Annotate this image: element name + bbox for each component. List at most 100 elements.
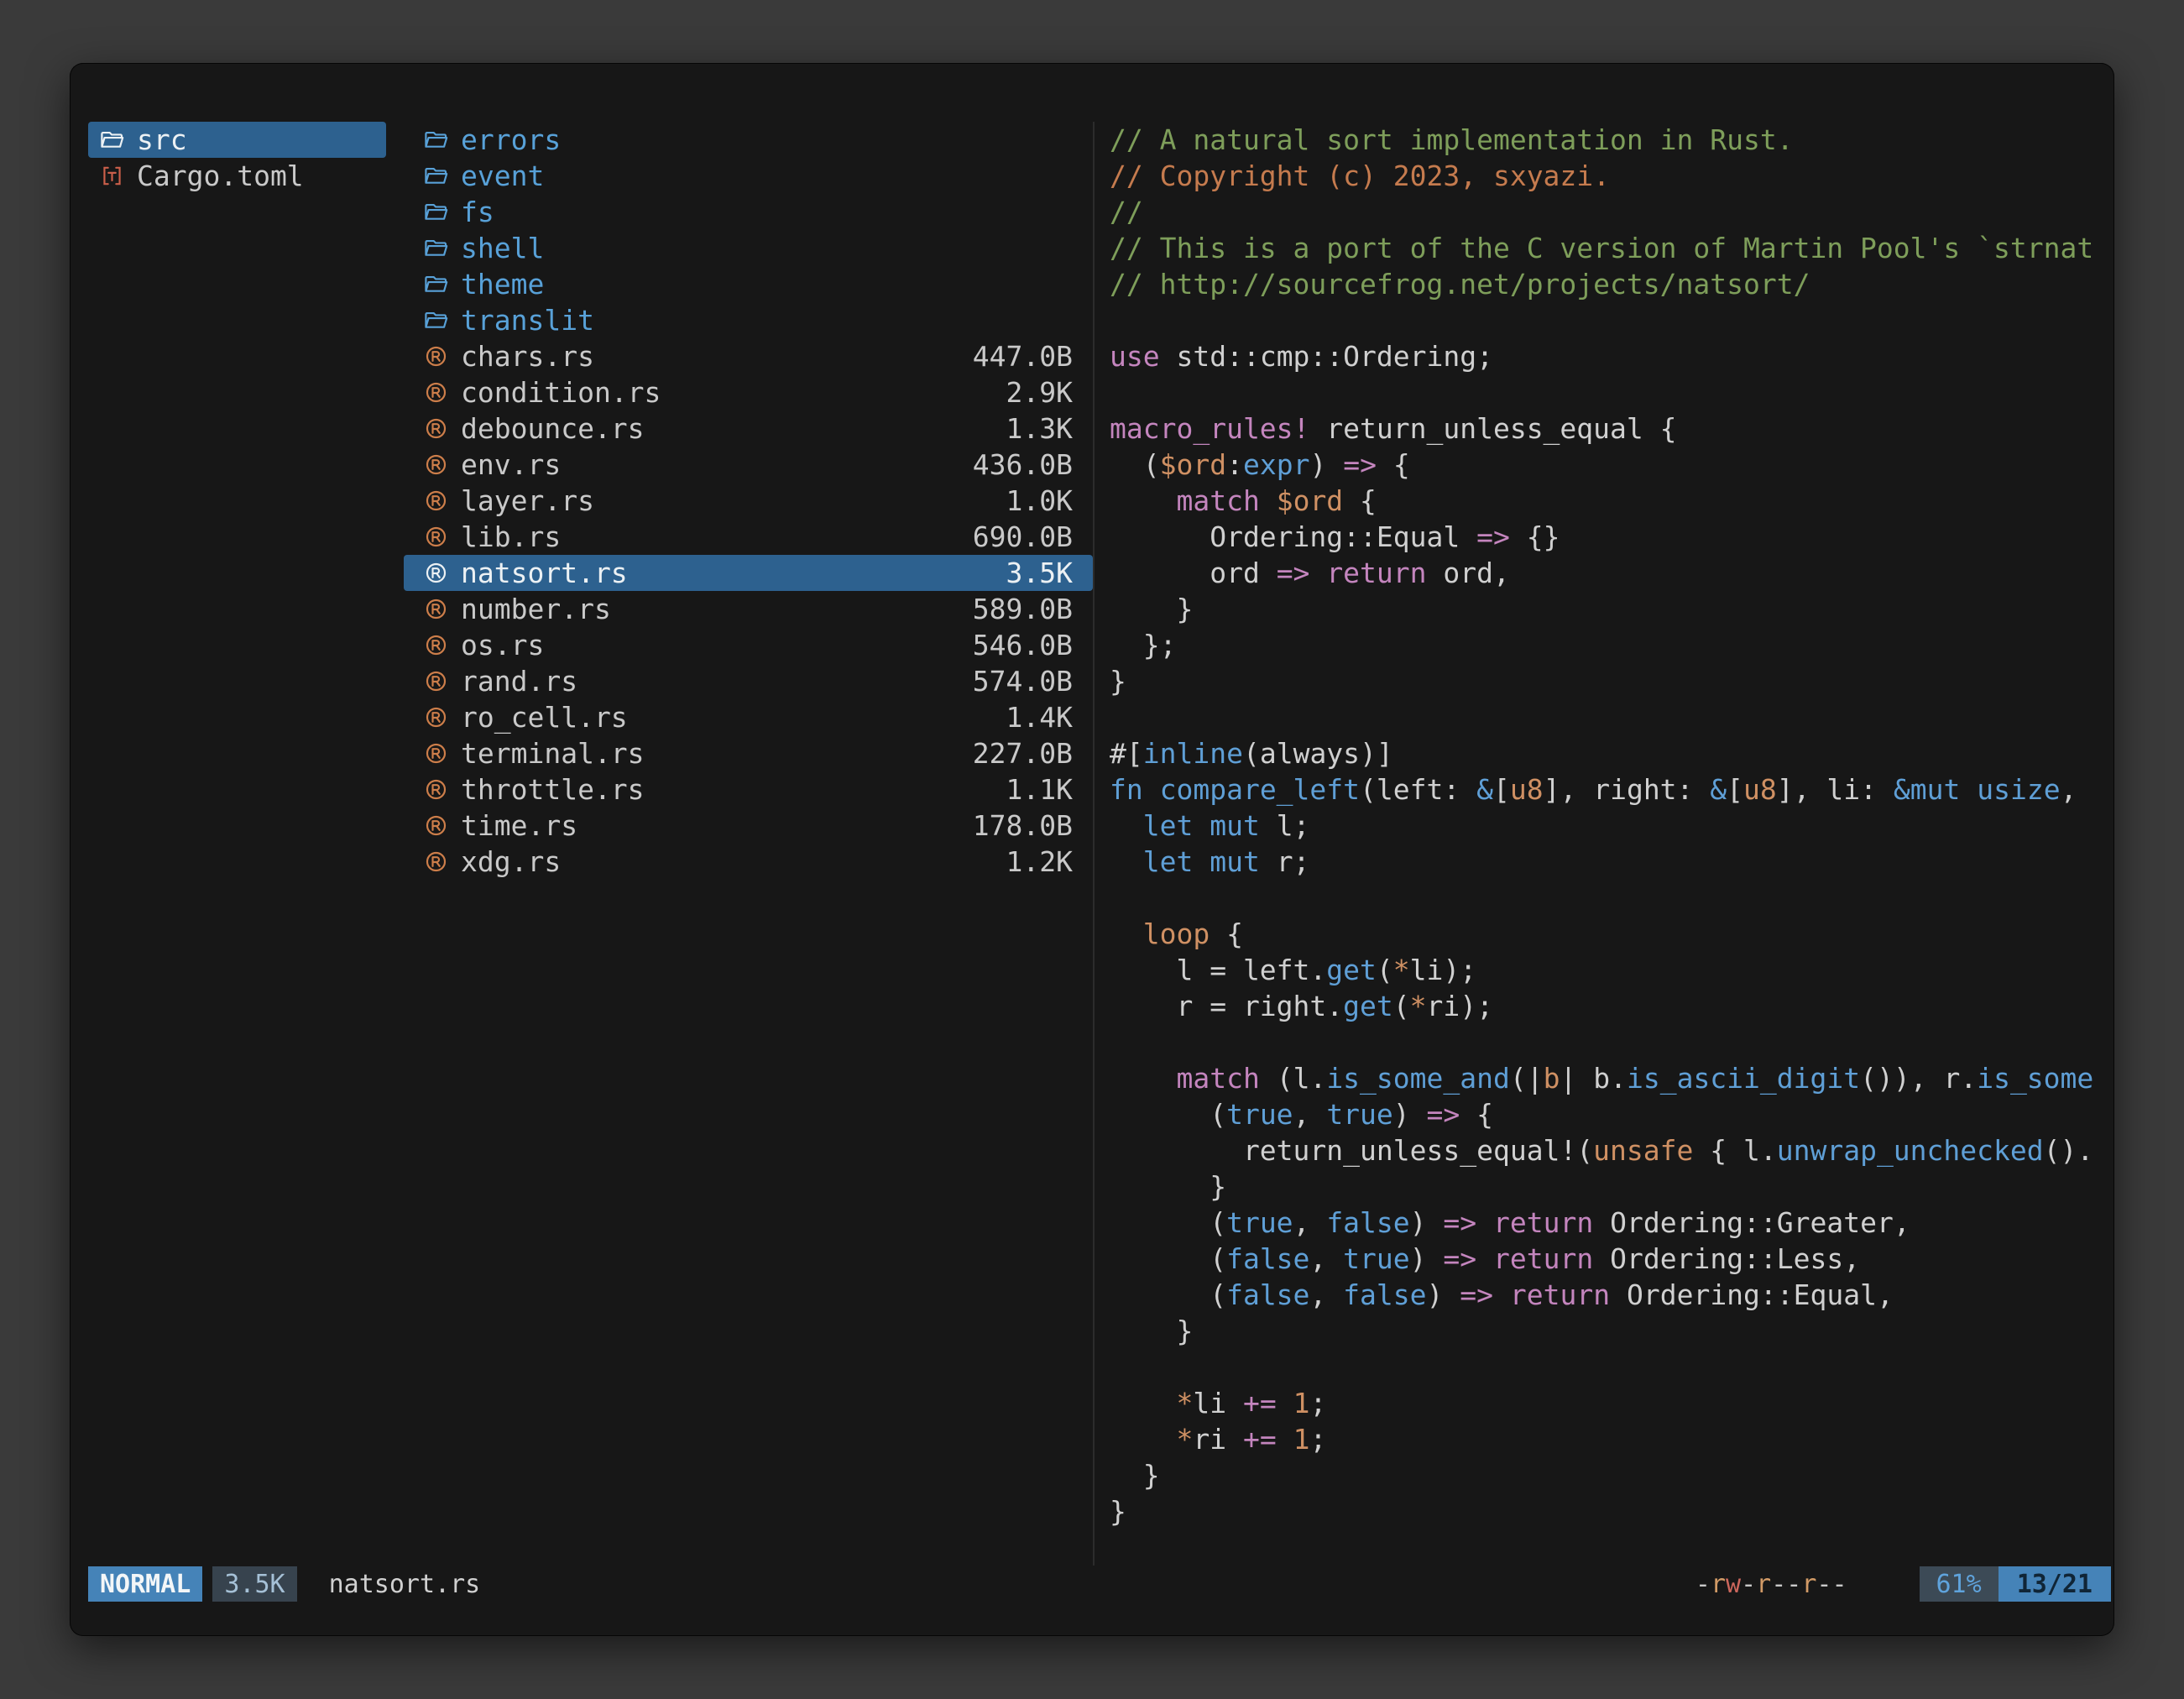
file-name: shell [461,232,544,264]
file-row-shell[interactable]: shell [404,230,1093,266]
file-row-natsort.rs[interactable]: natsort.rs3.5K [404,555,1093,591]
file-name: env.rs [461,448,561,481]
file-name: time.rs [461,809,577,842]
folder-icon [422,307,449,334]
rust-icon [422,849,449,876]
code-line [1110,1349,2114,1385]
code-line: ord => return ord, [1110,555,2114,591]
file-size: 1.3K [1006,412,1073,445]
toml-icon [98,163,125,190]
file-name: src [137,123,187,156]
file-name: lib.rs [461,520,561,553]
code-line: } [1110,1168,2114,1205]
file-row-lib.rs[interactable]: lib.rs690.0B [404,519,1093,555]
rust-icon [422,488,449,515]
file-size: 227.0B [973,737,1073,770]
file-row-number.rs[interactable]: number.rs589.0B [404,591,1093,627]
file-row-env.rs[interactable]: env.rs436.0B [404,447,1093,483]
rust-icon [422,776,449,803]
file-row-xdg.rs[interactable]: xdg.rs1.2K [404,844,1093,880]
file-size: 1.1K [1006,773,1073,806]
code-line: return_unless_equal!(unsafe { l.unwrap_u… [1110,1132,2114,1168]
parent-pane: srcCargo.toml [88,122,386,1566]
permission-char: - [1831,1570,1847,1599]
file-name: condition.rs [461,376,661,409]
preview-pane: // A natural sort implementation in Rust… [1095,122,2114,1566]
current-pane: errorsevent fs shellthemetranslitchars.rs 4… [404,122,1093,1566]
file-row-chars.rs[interactable]: chars.rs 447.0B [404,338,1093,374]
rust-icon [422,416,449,442]
file-row-layer.rs[interactable]: layer.rs 1.0K [404,483,1093,519]
file-row-terminal.rs[interactable]: terminal.rs 227.0B [404,735,1093,771]
code-line [1110,1024,2114,1060]
file-name: Cargo.toml [137,159,304,192]
terminal-window: srcCargo.toml errorsevent fs shellthemetra… [70,63,2114,1636]
code-line: } [1110,1313,2114,1349]
permission-char: - [1816,1570,1831,1599]
file-size-badge: 3.5K [212,1566,296,1602]
file-row-Cargo.toml[interactable]: Cargo.toml [88,158,386,194]
code-line: // [1110,194,2114,230]
code-line: Ordering::Equal => {} [1110,519,2114,555]
file-name: throttle.rs [461,773,645,806]
code-line: } [1110,1457,2114,1493]
code-line: } [1110,591,2114,627]
file-name: natsort.rs [461,557,628,589]
code-line: loop { [1110,916,2114,952]
file-row-errors[interactable]: errors [404,122,1093,158]
permission-char: r [1801,1570,1816,1599]
code-line: (false, true) => return Ordering::Less, [1110,1241,2114,1277]
file-size: 1.0K [1006,484,1073,517]
file-name: layer.rs [461,484,594,517]
file-row-theme[interactable]: theme [404,266,1093,302]
rust-icon [422,704,449,731]
permission-char: - [1771,1570,1786,1599]
file-row-src[interactable]: src [88,122,386,158]
file-size: 447.0B [973,340,1073,373]
folder-icon [422,271,449,298]
code-line [1110,880,2114,916]
file-size: 1.2K [1006,845,1073,878]
file-row-os.rs[interactable]: os.rs546.0B [404,627,1093,663]
file-row-time.rs[interactable]: time.rs 178.0B [404,808,1093,844]
permission-char: r [1756,1570,1771,1599]
file-row-fs[interactable]: fs [404,194,1093,230]
rust-icon [422,379,449,406]
file-name: terminal.rs [461,737,645,770]
file-size: 574.0B [973,665,1073,698]
rust-icon [422,813,449,839]
code-line: // A natural sort implementation in Rust… [1110,122,2114,158]
file-name: event [461,159,544,192]
file-row-rand.rs[interactable]: rand.rs574.0B [404,663,1093,699]
mode-badge: NORMAL [88,1566,202,1602]
file-name: chars.rs [461,340,594,373]
code-line: (false, false) => return Ordering::Equal… [1110,1277,2114,1313]
rust-icon [422,452,449,478]
file-name: number.rs [461,593,611,625]
code-line: // Copyright (c) 2023, sxyazi. [1110,158,2114,194]
file-size: 178.0B [973,809,1073,842]
file-row-condition.rs[interactable]: condition.rs 2.9K [404,374,1093,410]
status-right: -rw-r--r-- 61% 13/21 [1695,1565,2111,1603]
code-line: #[inline(always)] [1110,735,2114,771]
file-size: 2.9K [1006,376,1073,409]
folder-icon [422,127,449,154]
rust-icon [422,596,449,623]
file-row-ro_cell.rs[interactable]: ro_cell.rs1.4K [404,699,1093,735]
file-name: fs [461,196,494,228]
code-line: // http://sourcefrog.net/projects/natsor… [1110,266,2114,302]
file-row-debounce.rs[interactable]: debounce.rs1.3K [404,410,1093,447]
folder-icon [98,127,125,154]
code-line: r = right.get(*ri); [1110,988,2114,1024]
rust-icon [422,560,449,587]
folder-icon [422,163,449,190]
file-row-translit[interactable]: translit [404,302,1093,338]
file-row-throttle.rs[interactable]: throttle.rs 1.1K [404,771,1093,808]
code-line: (true, false) => return Ordering::Greate… [1110,1205,2114,1241]
rust-icon [422,740,449,767]
file-name: os.rs [461,629,544,661]
code-line: (true, true) => { [1110,1096,2114,1132]
file-name: ro_cell.rs [461,701,628,734]
file-name: translit [461,304,594,337]
file-row-event[interactable]: event [404,158,1093,194]
